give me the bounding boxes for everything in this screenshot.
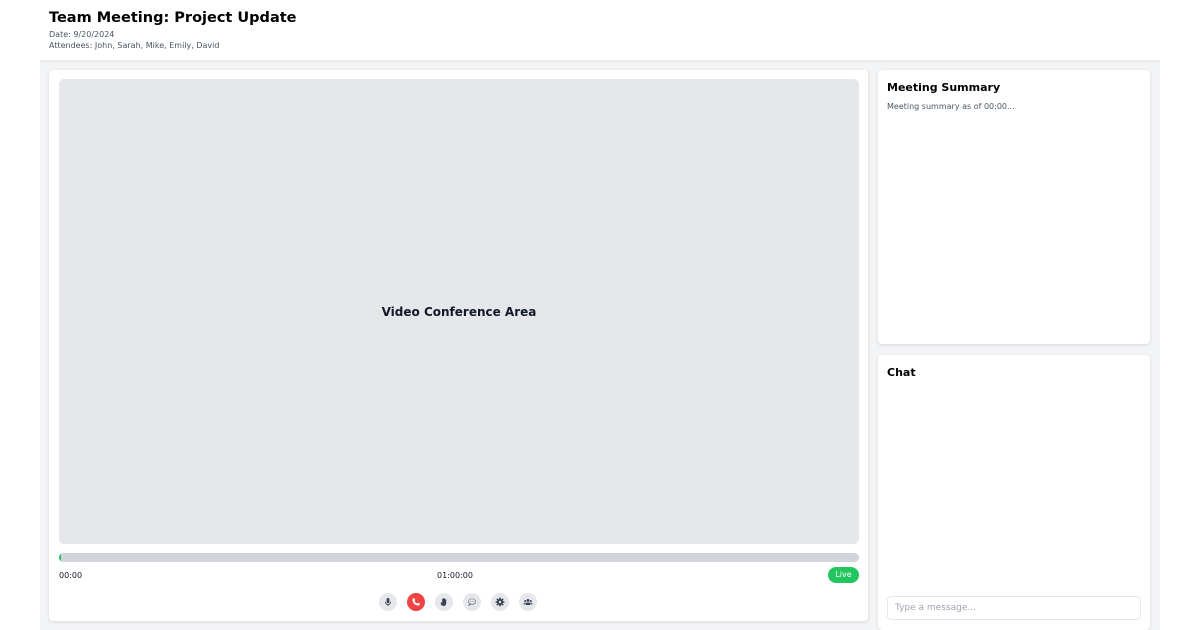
meeting-summary-panel: Meeting Summary Meeting summary as of 00… — [878, 70, 1150, 344]
total-time: 01:00:00 — [437, 571, 473, 580]
meeting-workspace: Video Conference Area 00:00 01:00:00 Liv… — [40, 60, 1160, 630]
end-call-button[interactable] — [407, 593, 425, 611]
gear-icon — [495, 597, 505, 607]
call-controls — [379, 593, 537, 611]
meeting-progress-bar[interactable] — [59, 553, 859, 562]
meeting-attendees: Attendees: John, Sarah, Mike, Emily, Dav… — [49, 41, 220, 50]
video-area-label: Video Conference Area — [381, 304, 537, 319]
raise-hand-button[interactable] — [435, 593, 453, 611]
meeting-title: Team Meeting: Project Update — [49, 10, 297, 26]
summary-title: Meeting Summary — [887, 81, 1001, 94]
phone-icon — [412, 598, 420, 606]
mic-button[interactable] — [379, 593, 397, 611]
video-panel: Video Conference Area 00:00 01:00:00 Liv… — [49, 70, 868, 621]
live-badge: Live — [828, 567, 859, 583]
meeting-progress-fill — [59, 553, 62, 562]
meeting-date: Date: 9/20/2024 — [49, 30, 115, 39]
microphone-icon — [385, 598, 391, 606]
chat-bubble-icon — [468, 598, 476, 607]
summary-text: Meeting summary as of 00:00... — [887, 102, 1015, 111]
settings-button[interactable] — [491, 593, 509, 611]
elapsed-time: 00:00 — [59, 571, 83, 580]
chat-toggle-button[interactable] — [463, 593, 481, 611]
chat-panel: Chat — [878, 355, 1150, 630]
participants-button[interactable] — [519, 593, 537, 611]
hand-icon — [440, 598, 447, 606]
video-conference-area[interactable]: Video Conference Area — [59, 79, 859, 544]
users-icon — [523, 599, 533, 605]
chat-title: Chat — [887, 366, 916, 379]
chat-message-input[interactable] — [887, 596, 1141, 620]
meeting-header: Team Meeting: Project Update Date: 9/20/… — [40, 0, 1160, 60]
